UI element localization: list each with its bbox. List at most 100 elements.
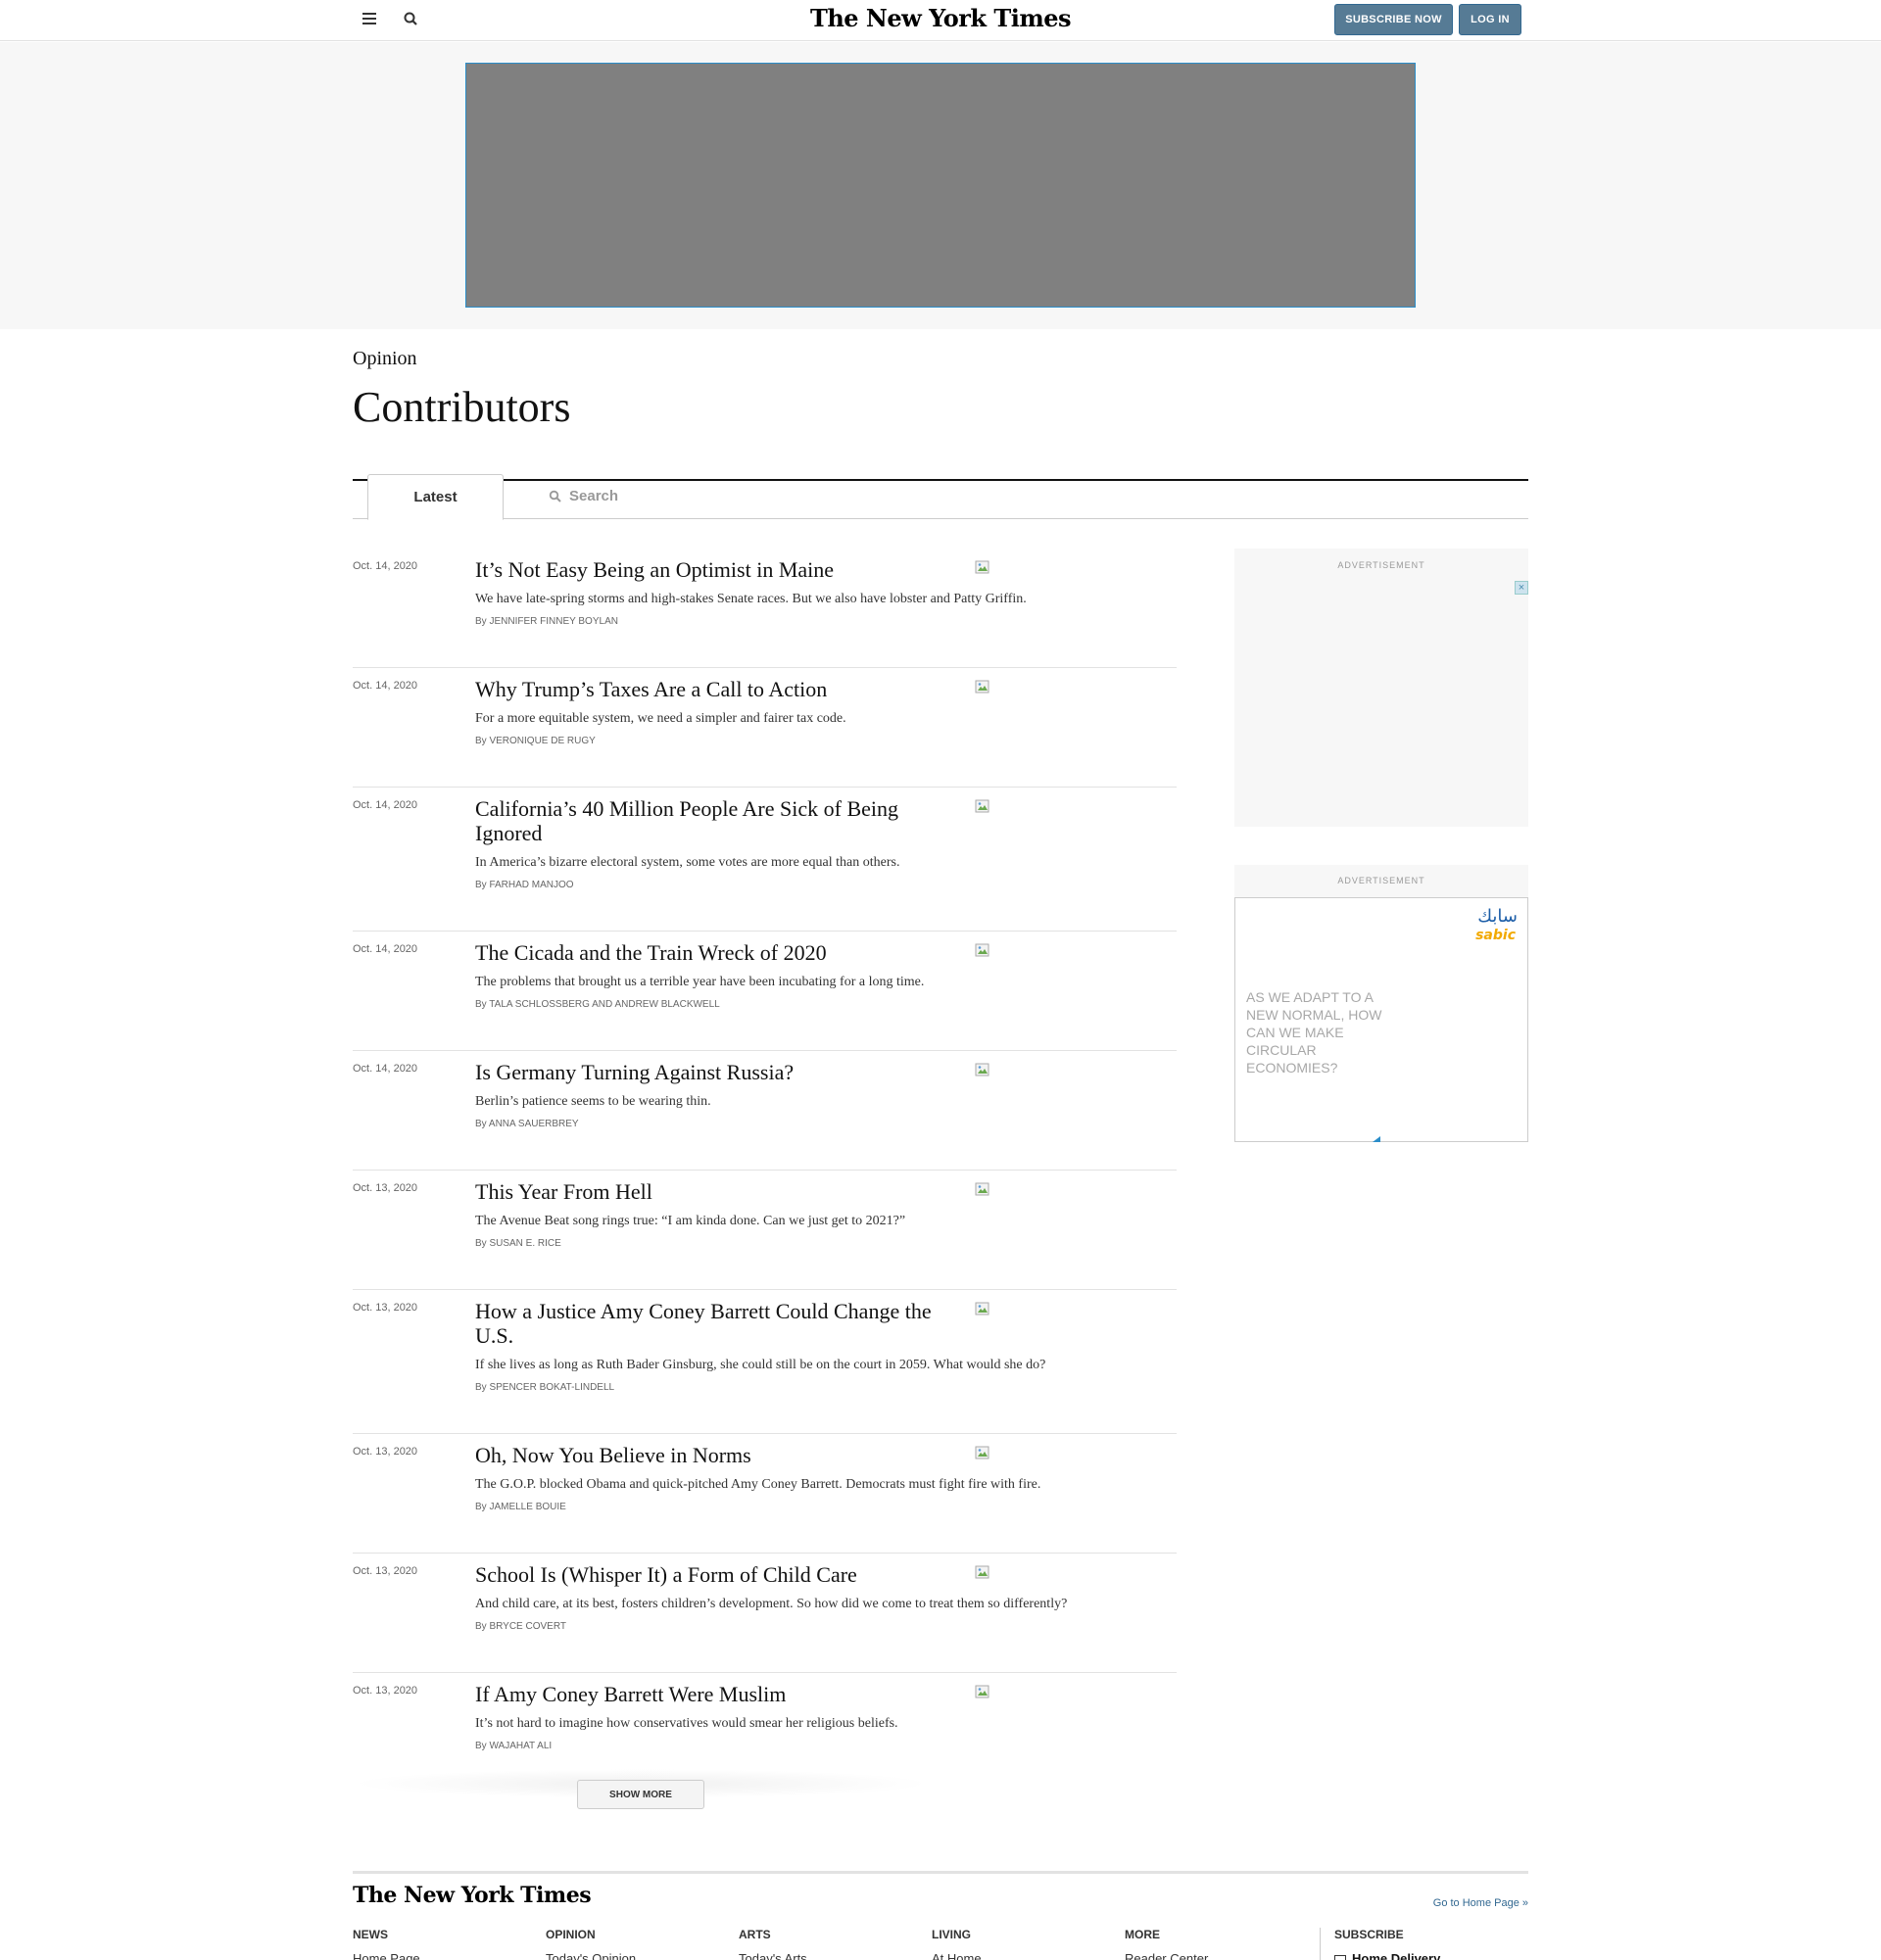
tab-search[interactable]: Search	[549, 488, 618, 504]
tabs-bottom-rule	[353, 518, 1528, 519]
article-headline[interactable]: Why Trump’s Taxes Are a Call to Action	[475, 677, 945, 701]
article-byline: By FARHAD MANJOO	[475, 880, 1181, 890]
broken-image-icon[interactable]	[975, 1684, 990, 1699]
article-item: Oct. 13, 2020 Oh, Now You Believe in Norm…	[353, 1434, 1177, 1554]
broken-image-icon[interactable]	[975, 1062, 990, 1077]
ad-label: ADVERTISEMENT	[1337, 560, 1425, 570]
byline-author[interactable]: BRYCE COVERT	[489, 1621, 566, 1632]
article-byline: By TALA SCHLOSSBERG and ANDREW BLACKWELL	[475, 999, 1181, 1010]
byline-prefix: By	[475, 1119, 487, 1129]
article-list: Oct. 14, 2020 It’s Not Easy Being an Opti…	[353, 549, 1177, 1793]
article-body: The Cicada and the Train Wreck of 2020 Th…	[475, 940, 945, 1010]
article-headline[interactable]: School Is (Whisper It) a Form of Child C…	[475, 1562, 945, 1587]
footer-link[interactable]: Reader Center	[1125, 1951, 1208, 1960]
article-headline[interactable]: California’s 40 Million People Are Sick …	[475, 796, 945, 845]
byline-author[interactable]: WAJAHAT ALI	[489, 1741, 552, 1751]
tabs-top-rule	[353, 479, 1528, 481]
footer-column-heading[interactable]: SUBSCRIBE	[1334, 1928, 1404, 1941]
tab-latest[interactable]: Latest	[367, 474, 504, 520]
home-delivery-link[interactable]: Home Delivery	[1334, 1951, 1440, 1960]
byline-author[interactable]: JAMELLE BOUIE	[489, 1502, 565, 1512]
article-headline[interactable]: This Year From Hell	[475, 1179, 945, 1204]
article-date: Oct. 14, 2020	[353, 560, 418, 572]
footer-link[interactable]: Today's Opinion	[546, 1951, 636, 1960]
article-byline: By VERONIQUE DE RUGY	[475, 736, 1181, 746]
article-headline[interactable]: Oh, Now You Believe in Norms	[475, 1443, 945, 1467]
nyt-logo[interactable]: The New York Times	[0, 4, 1881, 32]
article-byline: By JAMELLE BOUIE	[475, 1502, 1181, 1512]
byline-author[interactable]: JENNIFER FINNEY BOYLAN	[489, 616, 618, 627]
footer-logo[interactable]: The New York Times	[353, 1883, 592, 1908]
sabic-logo: sabic	[1475, 928, 1516, 943]
broken-image-icon[interactable]	[975, 1301, 990, 1316]
article-headline[interactable]: The Cicada and the Train Wreck of 2020	[475, 940, 945, 965]
section-kicker[interactable]: Opinion	[353, 348, 417, 370]
article-body: If Amy Coney Barrett Were Muslim It’s not…	[475, 1682, 945, 1751]
byline-author[interactable]: SUSAN E. RICE	[489, 1238, 560, 1249]
go-to-home-link[interactable]: Go to Home Page »	[1433, 1897, 1528, 1909]
byline-prefix: By	[475, 736, 487, 746]
article-item: Oct. 14, 2020 It’s Not Easy Being an Opti…	[353, 549, 1177, 668]
home-delivery-label: Home Delivery	[1352, 1951, 1441, 1960]
byline-author[interactable]: FARHAD MANJOO	[489, 880, 573, 890]
article-date: Oct. 13, 2020	[353, 1446, 418, 1458]
show-more-button[interactable]: SHOW MORE	[577, 1780, 704, 1809]
footer-column-heading[interactable]: ARTS	[739, 1928, 771, 1941]
article-byline: By SPENCER BOKAT-LINDELL	[475, 1382, 1181, 1393]
article-body: Is Germany Turning Against Russia? Berlin…	[475, 1060, 945, 1129]
broken-image-icon[interactable]	[975, 679, 990, 694]
subscribe-button[interactable]: SUBSCRIBE NOW	[1334, 4, 1453, 35]
article-body: This Year From Hell The Avenue Beat song …	[475, 1179, 945, 1249]
footer-column-heading[interactable]: NEWS	[353, 1928, 388, 1941]
article-item: Oct. 13, 2020 How a Justice Amy Coney Bar…	[353, 1290, 1177, 1434]
article-headline[interactable]: It’s Not Easy Being an Optimist in Maine	[475, 557, 945, 582]
footer-divider	[1320, 1928, 1321, 1960]
byline-author[interactable]: ANNA SAUERBREY	[489, 1119, 579, 1129]
broken-image-icon[interactable]	[975, 559, 990, 575]
broken-image-icon[interactable]	[975, 1564, 990, 1580]
footer-column-heading[interactable]: LIVING	[932, 1928, 971, 1941]
footer-link[interactable]: Today's Arts	[739, 1951, 807, 1960]
article-item: Oct. 13, 2020 School Is (Whisper It) a Fo…	[353, 1554, 1177, 1673]
footer-link[interactable]: Home Page	[353, 1951, 420, 1960]
ad-label: ADVERTISEMENT	[1337, 876, 1425, 885]
article-item: Oct. 14, 2020 California’s 40 Million Peo…	[353, 788, 1177, 932]
byline-prefix: By	[475, 999, 487, 1010]
article-body: Why Trump’s Taxes Are a Call to Action Fo…	[475, 677, 945, 746]
broken-image-icon[interactable]	[975, 1445, 990, 1460]
search-icon	[549, 490, 561, 502]
byline-author[interactable]: TALA SCHLOSSBERG and ANDREW BLACKWELL	[489, 999, 719, 1010]
top-ad-placeholder[interactable]	[465, 63, 1416, 308]
footer-column-heading[interactable]: MORE	[1125, 1928, 1160, 1941]
article-date: Oct. 13, 2020	[353, 1302, 418, 1314]
footer-rule	[353, 1871, 1528, 1874]
sabic-ad[interactable]: سابك sabic AS WE ADAPT TO A NEW NORMAL, …	[1234, 897, 1528, 1142]
article-byline: By JENNIFER FINNEY BOYLAN	[475, 616, 1181, 627]
close-icon[interactable]: ×	[1515, 581, 1528, 595]
footer-column-heading[interactable]: OPINION	[546, 1928, 596, 1941]
byline-author[interactable]: SPENCER BOKAT-LINDELL	[489, 1382, 614, 1393]
broken-image-icon[interactable]	[975, 1181, 990, 1197]
broken-image-icon[interactable]	[975, 942, 990, 958]
article-item: Oct. 14, 2020 The Cicada and the Train Wr…	[353, 932, 1177, 1051]
article-byline: By SUSAN E. RICE	[475, 1238, 1181, 1249]
article-date: Oct. 13, 2020	[353, 1182, 418, 1194]
broken-image-icon[interactable]	[975, 798, 990, 814]
article-date: Oct. 14, 2020	[353, 1063, 418, 1075]
article-headline[interactable]: Is Germany Turning Against Russia?	[475, 1060, 945, 1084]
sidebar-ad-1: ADVERTISEMENT ×	[1234, 549, 1528, 827]
sidebar-ad-2: ADVERTISEMENT سابك sabic AS WE ADAPT TO …	[1234, 865, 1528, 1142]
article-headline[interactable]: If Amy Coney Barrett Were Muslim	[475, 1682, 945, 1706]
ad-choices-icon[interactable]	[1373, 1136, 1380, 1142]
article-summary: For a more equitable system, we need a s…	[475, 711, 846, 726]
page-title: Contributors	[353, 383, 571, 431]
article-item: Oct. 14, 2020 Is Germany Turning Against …	[353, 1051, 1177, 1171]
footer-link[interactable]: At Home	[932, 1951, 982, 1960]
article-headline[interactable]: How a Justice Amy Coney Barrett Could Ch…	[475, 1299, 945, 1348]
article-summary: We have late-spring storms and high-stak…	[475, 592, 1027, 606]
article-date: Oct. 14, 2020	[353, 799, 418, 811]
login-button[interactable]: LOG IN	[1459, 4, 1521, 35]
article-body: It’s Not Easy Being an Optimist in Maine…	[475, 557, 1027, 627]
article-byline: By ANNA SAUERBREY	[475, 1119, 1181, 1129]
byline-author[interactable]: VERONIQUE DE RUGY	[489, 736, 595, 746]
